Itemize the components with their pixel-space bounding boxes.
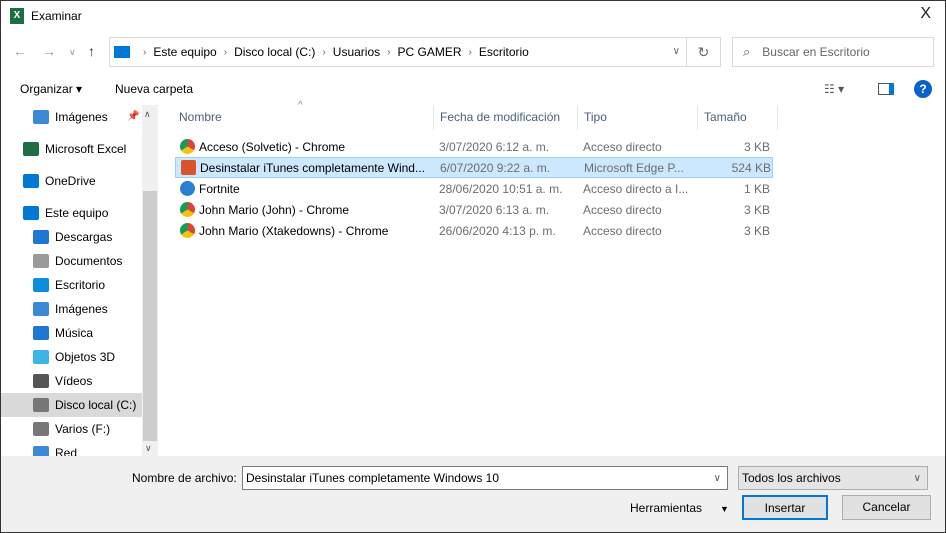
organize-button[interactable]: Organizar ▾ <box>20 82 82 96</box>
file-row[interactable]: John Mario (Xtakedowns) - Chrome 26/06/2… <box>175 220 773 241</box>
file-row[interactable]: Fortnite 28/06/2020 10:51 a. m. Acceso d… <box>175 178 773 199</box>
breadcrumb-item[interactable]: Este equipo <box>153 45 216 59</box>
file-row[interactable]: John Mario (John) - Chrome 3/07/2020 6:1… <box>175 199 773 220</box>
3d-objects-icon <box>33 350 49 364</box>
pictures-icon <box>33 110 49 124</box>
insert-button[interactable]: Insertar <box>742 495 828 520</box>
dropdown-arrow-icon: ▼ <box>720 504 729 514</box>
sidebar-item[interactable]: Red <box>1 441 142 456</box>
breadcrumb-separator-icon[interactable]: › <box>143 47 146 58</box>
cancel-button[interactable]: Cancelar <box>842 495 931 520</box>
pictures-icon <box>33 302 49 316</box>
back-icon[interactable]: ← <box>13 43 27 59</box>
sidebar-item[interactable]: Documentos <box>1 249 142 273</box>
address-bar[interactable]: › Este equipo › Disco local (C:) › Usuarios › P… <box>109 37 721 67</box>
cloud-icon <box>23 174 39 188</box>
forward-icon[interactable]: → <box>42 43 56 59</box>
search-icon: ⌕ <box>743 44 751 59</box>
sidebar-item[interactable]: Imágenes <box>1 297 142 321</box>
sidebar-item[interactable]: OneDrive <box>1 169 142 193</box>
chevron-down-icon: ∨ <box>913 472 921 484</box>
sidebar-item[interactable]: Descargas <box>1 225 142 249</box>
preview-pane-icon[interactable] <box>878 83 894 95</box>
window-title: Examinar <box>31 9 82 23</box>
search-input[interactable]: ⌕ Buscar en Escritorio <box>732 37 934 67</box>
excel-icon: X <box>10 8 24 24</box>
chrome-shortcut-icon <box>180 202 195 217</box>
network-icon <box>33 446 49 456</box>
column-type[interactable]: Tipo <box>578 105 698 130</box>
file-row[interactable]: Acceso (Solvetic) - Chrome 3/07/2020 6:1… <box>175 136 773 157</box>
chrome-shortcut-icon <box>180 223 195 238</box>
computer-icon <box>23 206 39 220</box>
sidebar-scrollbar-thumb[interactable] <box>143 191 157 441</box>
view-options-icon[interactable]: ☷ ▾ <box>824 82 844 96</box>
drive-icon <box>33 422 49 436</box>
excel-icon <box>23 142 39 156</box>
download-icon <box>33 230 49 244</box>
sidebar-item[interactable]: Música <box>1 321 142 345</box>
sidebar-item[interactable]: Imágenes <box>1 105 142 129</box>
up-icon[interactable]: ↑ <box>88 43 95 59</box>
computer-icon <box>114 46 130 58</box>
scroll-up-icon[interactable]: ∧ <box>144 109 151 120</box>
breadcrumb-item[interactable]: Escritorio <box>479 45 529 59</box>
footer-panel: Nombre de archivo: Desinstalar iTunes co… <box>1 456 945 532</box>
desktop-icon <box>33 278 49 292</box>
sidebar-item[interactable]: Objetos 3D <box>1 345 142 369</box>
file-row[interactable]: Desinstalar iTunes completamente Wind...… <box>175 157 773 178</box>
address-dropdown-icon[interactable]: ∨ <box>673 46 680 57</box>
column-size[interactable]: Tamaño <box>698 105 778 130</box>
close-button[interactable]: X <box>920 5 931 23</box>
videos-icon <box>33 374 49 388</box>
new-folder-button[interactable]: Nueva carpeta <box>115 82 193 96</box>
breadcrumb-separator-icon[interactable]: › <box>322 47 325 58</box>
column-name[interactable]: Nombre <box>173 105 434 130</box>
scroll-down-icon[interactable]: ∨ <box>145 443 152 454</box>
recent-chevron-icon[interactable]: ∨ <box>69 47 76 58</box>
breadcrumb-item[interactable]: PC GAMER <box>397 45 461 59</box>
filename-label: Nombre de archivo: <box>132 471 237 485</box>
breadcrumb-separator-icon[interactable]: › <box>387 47 390 58</box>
pdf-icon <box>181 160 196 175</box>
sidebar-item[interactable]: Microsoft Excel <box>1 137 142 161</box>
tools-button[interactable]: Herramientas ▼ <box>630 501 729 515</box>
breadcrumb-separator-icon[interactable]: › <box>469 47 472 58</box>
fortnite-shortcut-icon <box>180 181 195 196</box>
breadcrumb-separator-icon[interactable]: › <box>224 47 227 58</box>
chevron-down-icon[interactable]: ∨ <box>714 473 721 484</box>
sidebar-item[interactable]: Este equipo <box>1 201 142 225</box>
sidebar-item[interactable]: Varios (F:) <box>1 417 142 441</box>
column-date[interactable]: Fecha de modificación <box>434 105 578 130</box>
pin-icon[interactable]: 📌 <box>127 111 139 122</box>
chrome-shortcut-icon <box>180 139 195 154</box>
refresh-button[interactable]: ↻ <box>686 38 720 66</box>
sidebar-item[interactable]: Escritorio <box>1 273 142 297</box>
column-header: ^ Nombre Fecha de modificación Tipo Tama… <box>158 100 945 130</box>
sidebar-item[interactable]: Vídeos <box>1 369 142 393</box>
breadcrumb-item[interactable]: Usuarios <box>333 45 380 59</box>
sidebar-item[interactable]: Disco local (C:) <box>1 393 142 417</box>
breadcrumb-item[interactable]: Disco local (C:) <box>234 45 315 59</box>
music-icon <box>33 326 49 340</box>
drive-icon <box>33 398 49 412</box>
file-type-select[interactable]: Todos los archivos ∨ <box>738 466 928 490</box>
navigation-pane: Imágenes Microsoft Excel OneDrive Este equi… <box>1 105 158 456</box>
filename-input[interactable]: Desinstalar iTunes completamente Windows… <box>242 466 728 490</box>
help-icon[interactable]: ? <box>914 80 932 98</box>
documents-icon <box>33 254 49 268</box>
